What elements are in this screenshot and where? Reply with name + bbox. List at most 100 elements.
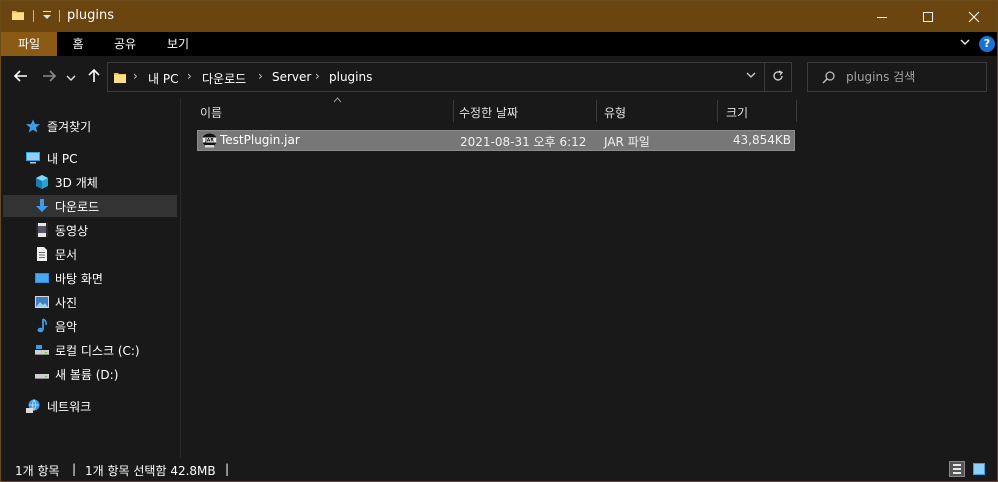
sidebar-item-documents[interactable]: 문서 xyxy=(3,243,177,265)
sidebar-item-pictures[interactable]: 사진 xyxy=(3,291,177,313)
back-arrow-icon xyxy=(13,70,27,82)
drive-icon xyxy=(35,374,49,379)
sidebar-item-label: 내 PC xyxy=(47,152,78,166)
desktop-icon xyxy=(35,273,49,283)
details-view-icon xyxy=(953,464,961,474)
breadcrumb-plugins[interactable]: plugins xyxy=(329,70,372,84)
column-header-modified[interactable]: 수정한 날짜 xyxy=(454,98,596,124)
address-divider xyxy=(764,63,765,91)
column-header-label: 이름 xyxy=(200,106,223,120)
search-input[interactable] xyxy=(846,69,981,85)
sidebar-item-3d-objects[interactable]: 3D 개체 xyxy=(3,171,177,193)
column-header-label: 수정한 날짜 xyxy=(459,106,519,120)
sidebar-item-volume-d[interactable]: 새 볼륨 (D:) xyxy=(3,363,177,385)
breadcrumb-this-pc[interactable]: 내 PC xyxy=(148,70,178,87)
up-arrow-icon xyxy=(88,68,100,82)
sidebar-item-desktop[interactable]: 바탕 화면 xyxy=(3,267,177,289)
sidebar-item-label: 로컬 디스크 (C:) xyxy=(55,344,140,358)
column-header-label: 유형 xyxy=(604,106,627,120)
document-icon xyxy=(37,247,47,261)
breadcrumb-chevron-icon: › xyxy=(187,69,192,83)
drive-icon xyxy=(35,345,49,355)
file-modified: 2021-08-31 오후 6:12 xyxy=(460,135,587,149)
sidebar-item-downloads[interactable]: 다운로드 xyxy=(3,195,177,217)
back-button[interactable] xyxy=(11,68,31,88)
breadcrumb-chevron-icon: › xyxy=(133,69,138,83)
status-bar: 1개 항목 | 1개 항목 선택함 42.8MB | xyxy=(1,458,997,481)
sidebar-item-network[interactable]: 네트워크 xyxy=(3,395,177,417)
status-separator: | xyxy=(225,462,230,476)
item-count: 1개 항목 xyxy=(15,464,60,478)
large-icons-view-button[interactable] xyxy=(971,461,987,477)
column-header-size[interactable]: 크기 xyxy=(718,98,796,124)
minimize-button[interactable] xyxy=(859,1,905,32)
address-toolbar: › 내 PC › 다운로드 › Server › plugins xyxy=(1,56,997,98)
sidebar-item-label: 동영상 xyxy=(55,224,89,238)
sidebar-item-label: 3D 개체 xyxy=(55,176,98,190)
selection-info: 1개 항목 선택함 42.8MB xyxy=(85,464,216,478)
svg-text:JAR: JAR xyxy=(204,138,214,144)
address-bar[interactable]: › 내 PC › 다운로드 › Server › plugins xyxy=(107,62,792,92)
tab-share[interactable]: 공유 xyxy=(99,32,151,56)
forward-arrow-icon xyxy=(43,70,57,82)
file-name: TestPlugin.jar xyxy=(220,133,300,147)
table-row[interactable]: JAR TestPlugin.jar 2021-08-31 오후 6:12 JA… xyxy=(197,130,795,151)
breadcrumb-chevron-icon: › xyxy=(315,69,320,83)
title-bar: plugins xyxy=(1,1,997,32)
expand-ribbon-chevron-icon[interactable] xyxy=(957,36,973,52)
quick-access-dropdown-icon[interactable] xyxy=(41,8,53,22)
maximize-icon xyxy=(923,11,933,22)
chevron-down-icon xyxy=(66,75,76,81)
star-icon xyxy=(26,119,40,133)
details-view-button[interactable] xyxy=(949,461,965,477)
sidebar-item-label: 네트워크 xyxy=(47,400,92,414)
jar-file-icon: JAR xyxy=(202,133,217,148)
ribbon-tab-bar: 파일 홈 공유 보기 ? xyxy=(1,32,997,56)
breadcrumb-chevron-icon: › xyxy=(258,69,263,83)
title-separator xyxy=(59,10,60,22)
breadcrumb-downloads[interactable]: 다운로드 xyxy=(202,70,246,87)
computer-icon xyxy=(26,152,40,164)
sidebar-item-music[interactable]: 음악 xyxy=(3,315,177,337)
video-icon xyxy=(36,223,48,237)
title-separator xyxy=(33,10,34,22)
maximize-button[interactable] xyxy=(905,1,951,32)
column-divider[interactable] xyxy=(796,100,797,122)
sidebar-item-label: 새 볼륨 (D:) xyxy=(55,368,119,382)
minimize-icon xyxy=(877,16,887,18)
tab-home[interactable]: 홈 xyxy=(57,32,99,56)
file-list: 이름 수정한 날짜 유형 크기 JAR TestPlugin.jar 2021-… xyxy=(181,97,997,458)
refresh-icon[interactable] xyxy=(770,69,786,85)
status-separator: | xyxy=(72,462,77,476)
breadcrumb-server[interactable]: Server xyxy=(272,70,311,84)
address-history-chevron-icon[interactable] xyxy=(744,70,758,84)
sidebar-item-local-disk-c[interactable]: 로컬 디스크 (C:) xyxy=(3,339,177,361)
sidebar-item-label: 사진 xyxy=(55,296,78,310)
up-button[interactable] xyxy=(84,68,104,88)
close-icon xyxy=(968,11,980,22)
window-title: plugins xyxy=(67,8,114,23)
cube-icon xyxy=(36,175,48,189)
column-header-type[interactable]: 유형 xyxy=(597,98,717,124)
sidebar-item-quick-access[interactable]: 즐겨찾기 xyxy=(3,115,177,137)
search-icon xyxy=(822,71,835,84)
help-icon[interactable]: ? xyxy=(979,36,995,52)
recent-locations-button[interactable] xyxy=(64,68,78,88)
forward-button[interactable] xyxy=(39,68,59,88)
sidebar-item-label: 문서 xyxy=(55,248,78,262)
close-button[interactable] xyxy=(951,1,997,32)
download-icon xyxy=(36,199,48,212)
sidebar-item-label: 음악 xyxy=(55,320,78,334)
sidebar-item-label: 즐겨찾기 xyxy=(47,120,92,134)
large-icons-view-icon xyxy=(973,463,985,475)
picture-icon xyxy=(35,296,49,308)
column-header-name[interactable]: 이름 xyxy=(195,97,453,124)
tab-file[interactable]: 파일 xyxy=(1,32,57,56)
column-header-label: 크기 xyxy=(726,106,749,120)
sidebar-item-this-pc[interactable]: 내 PC xyxy=(3,147,177,169)
search-box[interactable] xyxy=(807,62,987,92)
tab-view[interactable]: 보기 xyxy=(151,32,205,56)
file-size: 43,854KB xyxy=(732,133,791,147)
explorer-window: plugins 파일 홈 공유 보기 ? › 내 PC › 다운로드 › Ser… xyxy=(0,0,998,482)
sidebar-item-videos[interactable]: 동영상 xyxy=(3,219,177,241)
